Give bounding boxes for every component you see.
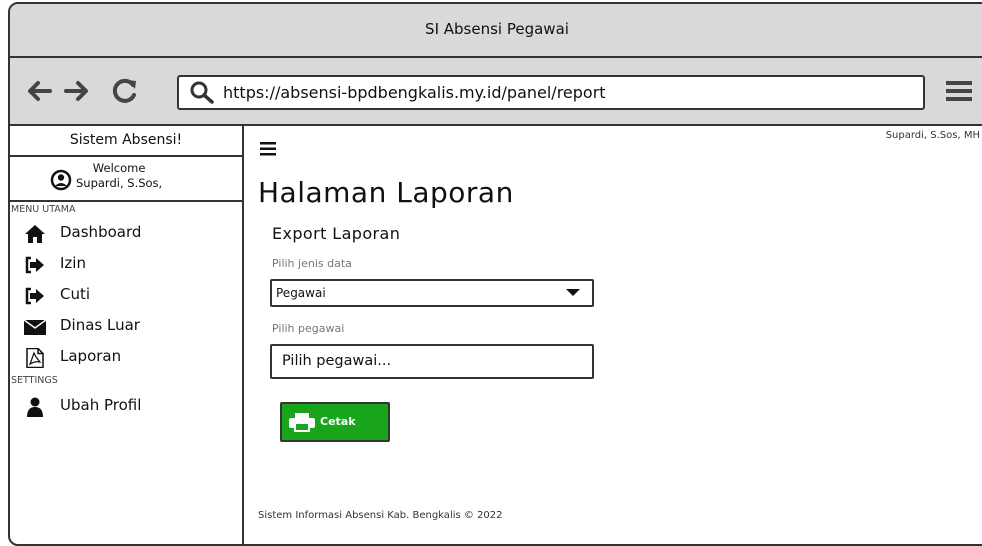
sidebar: Sistem Absensi! Welcome Supardi, S.Sos, … xyxy=(10,126,244,544)
browser-toolbar: https://absensi-bpdbengkalis.my.id/panel… xyxy=(10,58,982,126)
welcome-user: Supardi, S.Sos, xyxy=(76,176,163,190)
search-icon xyxy=(190,81,214,104)
cetak-button[interactable]: Cetak xyxy=(280,402,390,442)
print-icon xyxy=(289,413,315,432)
envelope-icon xyxy=(24,319,46,335)
sidebar-item-label: Izin xyxy=(60,254,86,272)
welcome-label: Welcome xyxy=(92,161,146,175)
welcome-text: Welcome Supardi, S.Sos, xyxy=(76,161,162,191)
footer-text: Sistem Informasi Absensi Kab. Bengkalis … xyxy=(258,510,503,521)
sidebar-item-label: Dashboard xyxy=(60,223,142,241)
sidebar-item-label: Cuti xyxy=(60,285,91,303)
address-bar[interactable]: https://absensi-bpdbengkalis.my.id/panel… xyxy=(177,75,925,110)
sidebar-item-dinas-luar[interactable]: Dinas Luar xyxy=(10,311,242,342)
sign-in-icon xyxy=(25,287,44,305)
forward-arrow-icon[interactable] xyxy=(62,76,92,106)
hamburger-icon[interactable] xyxy=(260,142,276,156)
jenis-data-label: Pilih jenis data xyxy=(272,257,352,270)
sidebar-brand: Sistem Absensi! xyxy=(10,126,242,157)
back-arrow-icon[interactable] xyxy=(24,76,54,106)
main-content: Supardi, S.Sos, MH Halaman Laporan Expor… xyxy=(244,126,982,544)
page-title: Halaman Laporan xyxy=(258,176,514,209)
title-bar: SI Absensi Pegawai xyxy=(10,4,982,58)
welcome-panel: Welcome Supardi, S.Sos, xyxy=(10,157,242,202)
pegawai-input[interactable]: Pilih pegawai... xyxy=(270,344,594,379)
sidebar-item-label: Ubah Profil xyxy=(60,396,142,414)
section-settings: SETTINGS xyxy=(11,375,58,386)
window-title: SI Absensi Pegawai xyxy=(425,20,569,38)
pegawai-label: Pilih pegawai xyxy=(272,322,345,335)
browser-window: SI Absensi Pegawai https://absensi-bpdbe… xyxy=(8,2,982,546)
pegawai-placeholder: Pilih pegawai... xyxy=(282,353,392,369)
user-icon xyxy=(27,397,43,417)
sidebar-item-izin[interactable]: Izin xyxy=(10,249,242,280)
chevron-down-icon xyxy=(566,289,580,296)
section-title: Export Laporan xyxy=(272,224,401,243)
home-icon xyxy=(25,225,45,243)
sidebar-item-laporan[interactable]: Laporan xyxy=(10,342,242,373)
sidebar-item-cuti[interactable]: Cuti xyxy=(10,280,242,311)
sidebar-item-ubah-profil[interactable]: Ubah Profil xyxy=(10,391,242,422)
sign-in-icon xyxy=(25,256,44,274)
sidebar-item-label: Laporan xyxy=(60,347,122,365)
reload-icon[interactable] xyxy=(110,76,140,106)
jenis-data-value: Pegawai xyxy=(276,286,326,300)
header-user[interactable]: Supardi, S.Sos, MH xyxy=(886,130,980,141)
jenis-data-select[interactable]: Pegawai xyxy=(270,279,594,307)
url-text: https://absensi-bpdbengkalis.my.id/panel… xyxy=(223,83,606,102)
pdf-file-icon xyxy=(26,348,44,368)
cetak-label: Cetak xyxy=(320,415,356,428)
menu-icon[interactable] xyxy=(944,76,974,106)
section-menu-utama: MENU UTAMA xyxy=(11,204,76,215)
sidebar-item-dashboard[interactable]: Dashboard xyxy=(10,218,242,249)
sidebar-item-label: Dinas Luar xyxy=(60,316,140,334)
user-circle-icon xyxy=(50,169,72,191)
